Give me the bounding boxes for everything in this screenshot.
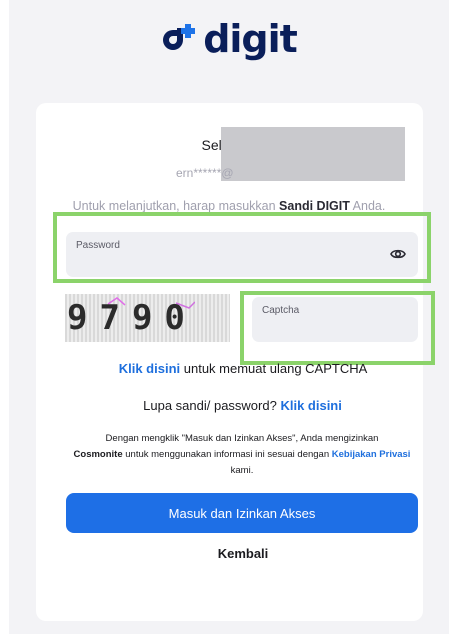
password-label: Password (76, 240, 120, 251)
digit-logo-mark-icon (163, 24, 196, 50)
reload-captcha-text: Klik disini untuk memuat ulang CAPTCHA (118, 361, 368, 376)
captcha-label: Captcha (262, 305, 300, 316)
company-name: Cosmonite (73, 449, 123, 460)
submit-button[interactable]: Masuk dan Izinkan Akses (66, 493, 418, 533)
captcha-code: 9790 (67, 298, 197, 338)
forgot-password-text: Lupa sandi/ password? Klik disini (143, 398, 342, 413)
logo-wordmark: digit (203, 17, 298, 61)
privacy-policy-link[interactable]: Kebijakan Privasi (332, 449, 411, 460)
masked-email: ern******@ (176, 166, 234, 180)
logo-wordmark-text: digit (203, 17, 298, 61)
instruction-text: Untuk melanjutkan, harap masukkan Sandi … (72, 199, 386, 213)
back-link[interactable]: Kembali (0, 546, 458, 561)
eye-icon[interactable] (390, 247, 406, 261)
digit-logo: digit (0, 14, 458, 64)
captcha-input[interactable]: Captcha (252, 297, 418, 342)
captcha-image: 9790 (65, 294, 230, 342)
instruction-bold: Sandi DIGIT (279, 199, 350, 213)
redacted-name-box (221, 127, 405, 181)
consent-text: Dengan mengklik "Masuk dan Izinkan Akses… (73, 433, 411, 476)
password-field[interactable]: Password (66, 232, 418, 277)
reload-captcha-link[interactable]: Klik disini (119, 361, 180, 376)
forgot-password-link[interactable]: Klik disini (280, 398, 341, 413)
